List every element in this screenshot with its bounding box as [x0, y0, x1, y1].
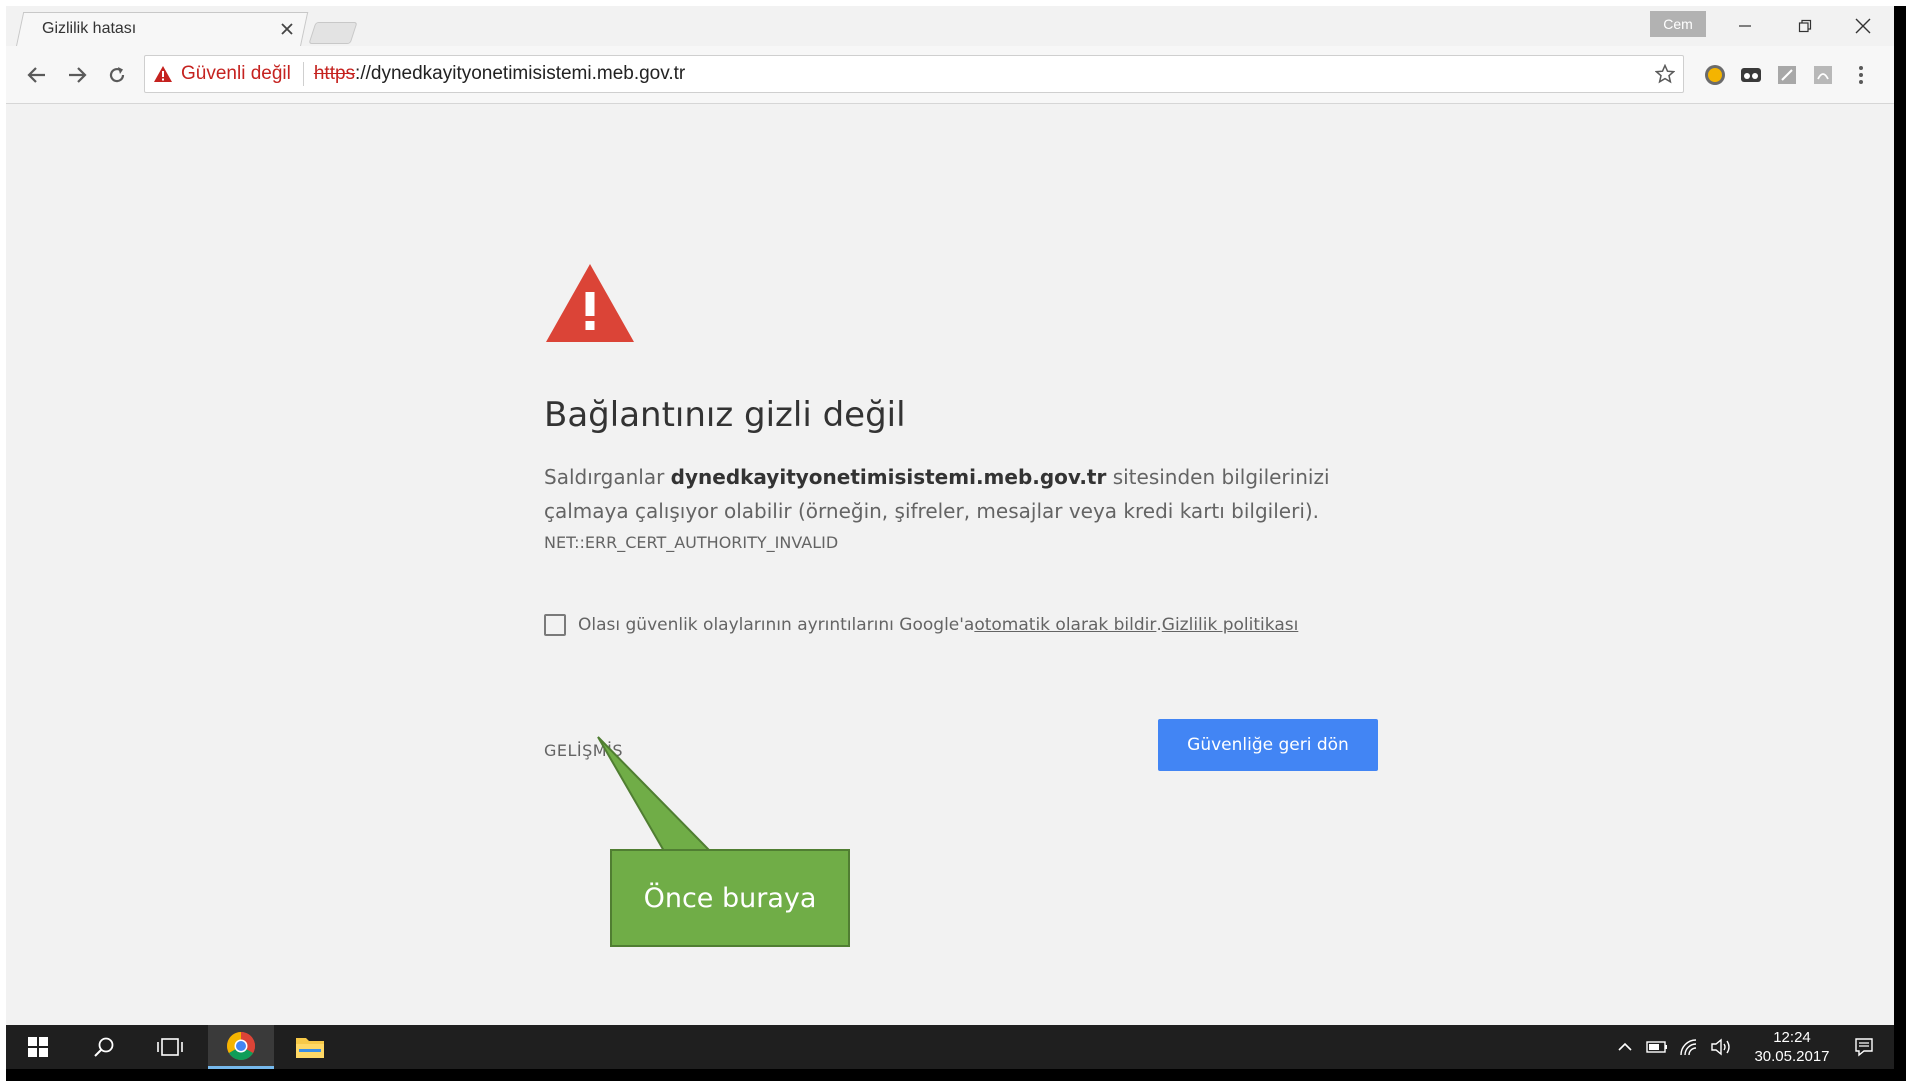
- battery-icon: [1646, 1041, 1667, 1053]
- task-view-button[interactable]: [138, 1025, 202, 1069]
- report-checkbox[interactable]: [544, 614, 566, 636]
- error-code[interactable]: NET::ERR_CERT_AUTHORITY_INVALID: [544, 533, 838, 552]
- profile-button[interactable]: Cem: [1650, 11, 1706, 37]
- annotation-callout: Önce buraya: [610, 849, 850, 947]
- tab-close-icon[interactable]: [273, 15, 301, 43]
- url-host: ://dynedkayityonetimisistemi.meb.gov.tr: [355, 63, 686, 84]
- search-icon: [94, 1037, 114, 1057]
- interstitial-page: Bağlantınız gizli değil Saldırganlar dyn…: [6, 105, 1894, 1025]
- back-to-safety-button[interactable]: Güvenliğe geri dön: [1158, 719, 1378, 771]
- notification-icon: [1855, 1038, 1873, 1057]
- report-text: Olası güvenlik olaylarının ayrıntılarını…: [578, 615, 975, 635]
- volume-button[interactable]: [1706, 1025, 1736, 1069]
- reload-icon: [109, 67, 125, 83]
- star-icon: [1655, 64, 1675, 84]
- restore-button[interactable]: [1776, 6, 1834, 46]
- security-label: Güvenli değil: [181, 63, 291, 84]
- extension-incognito-button[interactable]: [1736, 60, 1766, 90]
- wifi-icon: [1680, 1039, 1697, 1056]
- clock-time: 12:24: [1773, 1029, 1811, 1046]
- action-center-button[interactable]: [1844, 1025, 1884, 1069]
- extension-gray-button[interactable]: [1772, 60, 1802, 90]
- explanation-paragraph: Saldırganlar dynedkayityonetimisistemi.m…: [544, 460, 1384, 528]
- extension-shield-button[interactable]: [1700, 60, 1730, 90]
- chrome-taskbar-button[interactable]: [208, 1025, 274, 1069]
- network-button[interactable]: [1674, 1025, 1704, 1069]
- title-bar: Gizlilik hatası Cem: [6, 6, 1894, 46]
- explanation-prefix: Saldırganlar: [544, 465, 671, 489]
- folder-icon: [296, 1038, 324, 1058]
- forward-button[interactable]: [60, 58, 94, 92]
- task-view-icon: [157, 1038, 183, 1056]
- close-icon: [1855, 18, 1871, 34]
- tab-privacy-error[interactable]: Gizlilik hatası: [30, 12, 305, 46]
- browser-toolbar: Güvenli değil https://dynedkayityonetimi…: [6, 46, 1894, 104]
- back-button[interactable]: [20, 58, 54, 92]
- restore-icon: [1798, 19, 1812, 33]
- show-hidden-icons-button[interactable]: [1610, 1025, 1640, 1069]
- search-button[interactable]: [72, 1025, 136, 1069]
- security-chip[interactable]: Güvenli değil: [145, 62, 304, 86]
- extension-pdf-button[interactable]: [1808, 60, 1838, 90]
- pdf-extension-icon: [1814, 66, 1832, 84]
- chrome-icon: [227, 1031, 255, 1060]
- windows-taskbar: 12:24 30.05.2017: [6, 1025, 1894, 1069]
- new-tab-button[interactable]: [308, 22, 358, 44]
- clock-date: 30.05.2017: [1754, 1048, 1830, 1065]
- minimize-button[interactable]: [1716, 6, 1774, 46]
- speaker-icon: [1711, 1038, 1730, 1056]
- browser-window: Gizlilik hatası Cem Güvenli değil https:…: [6, 6, 1894, 1069]
- url-text[interactable]: https://dynedkayityonetimisistemi.meb.go…: [304, 63, 1647, 85]
- auto-report-link[interactable]: otomatik olarak bildir: [974, 615, 1156, 635]
- tab-title: Gizlilik hatası: [42, 20, 137, 37]
- chrome-menu-button[interactable]: [1846, 60, 1876, 90]
- page-title: Bağlantınız gizli değil: [544, 395, 906, 435]
- system-clock[interactable]: 12:24 30.05.2017: [1742, 1028, 1842, 1066]
- privacy-policy-link[interactable]: Gizlilik politikası: [1162, 615, 1299, 635]
- address-bar[interactable]: Güvenli değil https://dynedkayityonetimi…: [144, 55, 1684, 93]
- url-scheme: https: [313, 63, 356, 84]
- chevron-up-icon: [1618, 1042, 1632, 1051]
- back-arrow-icon: [27, 67, 45, 83]
- bookmark-star-button[interactable]: [1647, 56, 1683, 92]
- battery-button[interactable]: [1642, 1025, 1672, 1069]
- reload-button[interactable]: [100, 58, 134, 92]
- file-explorer-button[interactable]: [278, 1025, 342, 1069]
- shield-extension-icon: [1705, 65, 1725, 85]
- close-window-button[interactable]: [1834, 6, 1892, 46]
- minimize-icon: [1739, 25, 1751, 27]
- safe-browsing-report-row: Olası güvenlik olaylarının ayrıntılarını…: [544, 614, 1298, 636]
- incognito-extension-icon: [1741, 68, 1761, 82]
- explanation-host: dynedkayityonetimisistemi.meb.gov.tr: [670, 465, 1107, 489]
- forward-arrow-icon: [69, 67, 87, 83]
- windows-logo-icon: [28, 1037, 48, 1057]
- start-button[interactable]: [6, 1025, 70, 1069]
- warning-triangle-icon: [154, 66, 172, 82]
- warning-triangle-large-icon: [546, 264, 634, 342]
- gray-extension-icon: [1778, 66, 1796, 84]
- kebab-menu-icon: [1859, 66, 1863, 84]
